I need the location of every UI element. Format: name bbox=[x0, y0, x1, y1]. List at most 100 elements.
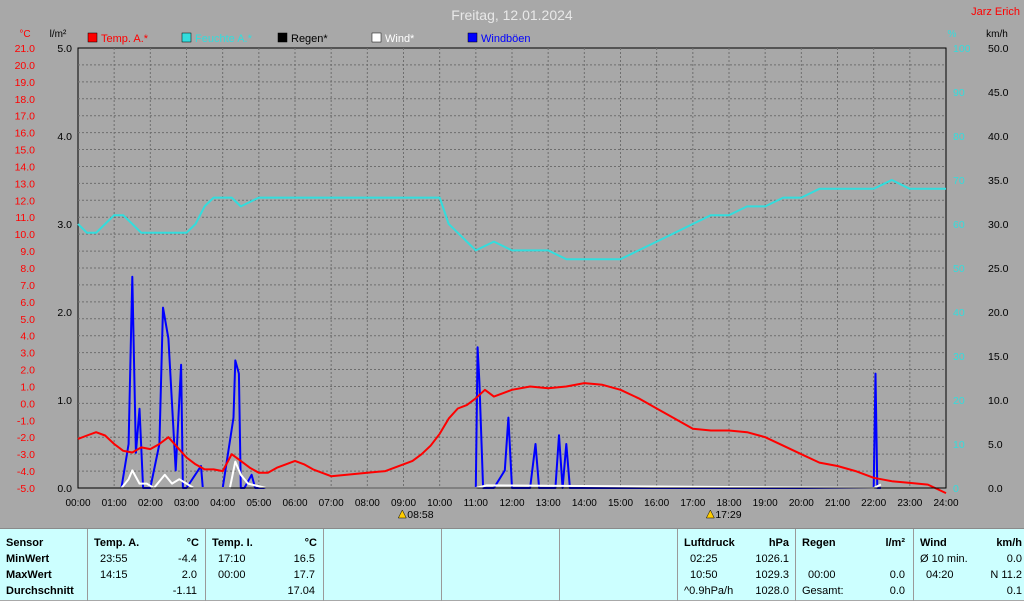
chart-legend: Temp. A.* Feuchte A.* Regen* Wind* Windböen bbox=[87, 32, 531, 45]
humidity-tick-label: 40 bbox=[953, 307, 965, 319]
rain-max-time: 00:00 bbox=[808, 569, 836, 581]
sun-markers: 08:58 17:29 bbox=[397, 509, 742, 521]
legend-swatch bbox=[87, 32, 98, 43]
unit-temp-a: °C bbox=[186, 537, 199, 549]
humidity-tick-label: 60 bbox=[953, 219, 965, 231]
temp-i-avg-value: 17.04 bbox=[287, 585, 315, 597]
x-tick-label: 12:00 bbox=[499, 498, 524, 509]
temp-tick-label: 9.0 bbox=[20, 246, 35, 258]
col-wind: Wind km/h Ø 10 min. 0.0 04:20 N 11.2 0.1 bbox=[914, 529, 1024, 601]
chart-title: Freitag, 12.01.2024 bbox=[451, 7, 573, 23]
header-wind: Wind bbox=[920, 537, 947, 549]
temp-tick-label: 17.0 bbox=[15, 111, 36, 123]
sunset-marker-icon bbox=[705, 509, 715, 519]
x-tick-label: 08:00 bbox=[355, 498, 380, 509]
stats-table: Sensor MinWert MaxWert Durchschnitt Temp… bbox=[0, 528, 1024, 601]
col-rain: Regen l/m² 00:00 0.0 Gesamt: 0.0 bbox=[796, 529, 914, 601]
temp-tick-label: 1.0 bbox=[20, 381, 35, 393]
temp-tick-label: 3.0 bbox=[20, 348, 35, 360]
humidity-tick-label: 0 bbox=[953, 483, 959, 495]
x-tick-label: 17:00 bbox=[680, 498, 705, 509]
legend-swatch bbox=[467, 32, 478, 43]
temp-i-min-value: 16.5 bbox=[293, 553, 315, 565]
temp-tick-label: 10.0 bbox=[15, 229, 36, 241]
temp-tick-label: 4.0 bbox=[20, 331, 35, 343]
col-temp-a: Temp. A. °C 23:55 -4.4 14:15 2.0 -1.11 bbox=[88, 529, 206, 601]
temp-a-min-time: 23:55 bbox=[100, 553, 128, 565]
wind-max-value: N 11.2 bbox=[990, 569, 1022, 581]
row-min-label: MinWert bbox=[6, 553, 50, 565]
rain-tick-label: 3.0 bbox=[57, 219, 72, 231]
wind-tick-label: 45.0 bbox=[988, 87, 1009, 99]
temp-tick-label: -1.0 bbox=[17, 415, 35, 427]
x-tick-label: 10:00 bbox=[427, 498, 452, 509]
legend-swatch bbox=[181, 32, 192, 43]
humidity-tick-label: 90 bbox=[953, 87, 965, 99]
row-max-label: MaxWert bbox=[6, 569, 52, 581]
humidity-tick-label: 80 bbox=[953, 131, 965, 143]
pressure-avg-value: 1028.0 bbox=[755, 585, 789, 597]
x-tick-label: 05:00 bbox=[246, 498, 271, 509]
x-tick-label: 11:00 bbox=[464, 498, 489, 509]
temp-a-max-time: 14:15 bbox=[100, 569, 128, 581]
temp-tick-label: -2.0 bbox=[17, 432, 35, 444]
x-tick-label: 24:00 bbox=[933, 498, 958, 509]
rain-total-value: 0.0 bbox=[889, 585, 905, 597]
legend-label: Temp. A.* bbox=[101, 33, 149, 45]
temp-tick-label: 14.0 bbox=[15, 161, 36, 173]
temp-a-avg-value: -1.11 bbox=[172, 585, 197, 597]
col-temp-i: Temp. I. °C 17:10 16.5 00:00 17.7 17.04 bbox=[206, 529, 324, 601]
header-temp-i: Temp. I. bbox=[212, 537, 253, 549]
x-tick-label: 15:00 bbox=[608, 498, 633, 509]
temp-tick-label: -5.0 bbox=[17, 483, 35, 495]
wind-tick-label: 30.0 bbox=[988, 219, 1009, 231]
wind-tick-label: 40.0 bbox=[988, 131, 1009, 143]
temp-tick-label: -4.0 bbox=[17, 466, 35, 478]
legend-label: Windböen bbox=[481, 33, 531, 45]
rain-max-value: 0.0 bbox=[889, 569, 905, 581]
col-empty-1 bbox=[324, 529, 442, 601]
x-tick-label: 06:00 bbox=[282, 498, 307, 509]
temp-tick-label: 15.0 bbox=[15, 145, 36, 157]
humidity-tick-label: 100 bbox=[953, 43, 971, 55]
col-pressure: Luftdruck hPa 02:25 1026.1 10:50 1029.3 … bbox=[678, 529, 796, 601]
pressure-max-value: 1029.3 bbox=[755, 569, 789, 581]
wind-unit-label: km/h bbox=[986, 29, 1008, 40]
x-tick-label: 07:00 bbox=[319, 498, 344, 509]
temp-a-max-value: 2.0 bbox=[181, 569, 197, 581]
x-tick-label: 19:00 bbox=[753, 498, 778, 509]
legend-label: Feuchte A.* bbox=[195, 33, 253, 45]
wind-tick-label: 25.0 bbox=[988, 263, 1009, 275]
x-tick-label: 23:00 bbox=[897, 498, 922, 509]
x-tick-label: 20:00 bbox=[789, 498, 814, 509]
temp-a-min-value: -4.4 bbox=[178, 553, 197, 565]
wind-avg10-label: Ø 10 min. bbox=[920, 553, 968, 565]
rain-tick-label: 4.0 bbox=[57, 131, 72, 143]
header-rain: Regen bbox=[802, 537, 836, 549]
pressure-trend: ^0.9hPa/h bbox=[684, 585, 734, 597]
temp-tick-label: 11.0 bbox=[15, 212, 35, 224]
x-tick-label: 18:00 bbox=[716, 498, 741, 509]
temp-tick-label: 21.0 bbox=[15, 43, 36, 55]
pressure-max-time: 10:50 bbox=[690, 569, 718, 581]
legend-swatch bbox=[277, 32, 288, 43]
x-tick-label: 13:00 bbox=[536, 498, 561, 509]
temp-tick-label: 13.0 bbox=[15, 178, 36, 190]
x-tick-label: 02:00 bbox=[138, 498, 163, 509]
pressure-min-value: 1026.1 bbox=[755, 553, 789, 565]
sunrise-marker-icon bbox=[397, 509, 407, 519]
author-label: Jarz Erich bbox=[971, 6, 1020, 18]
humidity-tick-label: 20 bbox=[953, 395, 965, 407]
x-tick-label: 04:00 bbox=[210, 498, 235, 509]
temp-tick-label: 0.0 bbox=[20, 398, 35, 410]
x-tick-label: 00:00 bbox=[65, 498, 90, 509]
wind-max-time: 04:20 bbox=[926, 569, 954, 581]
x-tick-label: 01:00 bbox=[102, 498, 127, 509]
sunrise-marker-time: 08:58 bbox=[407, 509, 433, 521]
header-pressure: Luftdruck bbox=[684, 537, 735, 549]
header-sensor: Sensor bbox=[6, 537, 44, 549]
unit-rain: l/m² bbox=[885, 537, 905, 549]
header-temp-a: Temp. A. bbox=[94, 537, 140, 549]
temp-tick-label: 12.0 bbox=[15, 195, 36, 207]
humidity-tick-label: 30 bbox=[953, 351, 965, 363]
